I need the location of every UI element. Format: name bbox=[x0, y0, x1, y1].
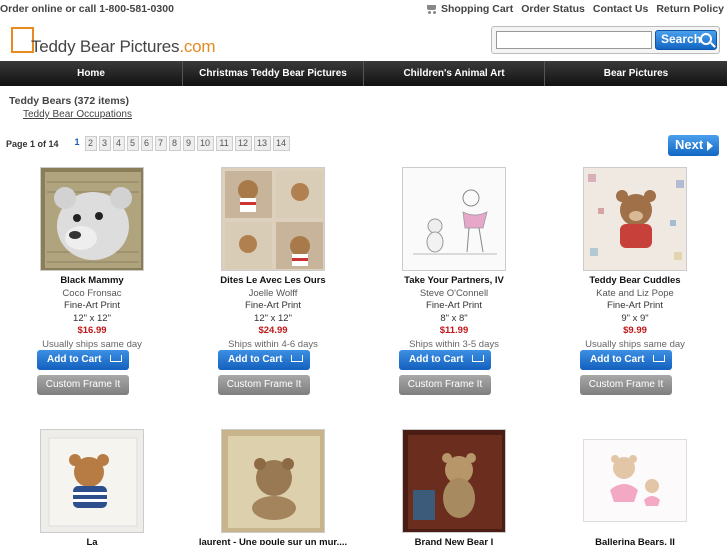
cart-icon bbox=[110, 355, 122, 362]
search-bar: Search bbox=[491, 26, 720, 54]
search-button[interactable]: Search bbox=[655, 30, 717, 50]
page-link[interactable]: 2 bbox=[84, 136, 97, 151]
nav-christmas-teddy-bear-pictures[interactable]: Christmas Teddy Bear Pictures bbox=[183, 61, 364, 86]
main-nav: Home Christmas Teddy Bear Pictures Child… bbox=[0, 61, 727, 86]
custom-frame-button[interactable]: Custom Frame It bbox=[580, 375, 672, 395]
page-link[interactable]: 1 bbox=[72, 136, 83, 151]
custom-frame-button[interactable]: Custom Frame It bbox=[218, 375, 310, 395]
cart-icon bbox=[472, 355, 484, 362]
header: Teddy Bear Pictures.com Search bbox=[0, 18, 727, 61]
order-status-link[interactable]: Order Status bbox=[521, 3, 585, 15]
shipping-info: Ships within 4-6 days bbox=[228, 339, 318, 350]
top-bar: Order online or call 1-800-581-0300 Shop… bbox=[0, 0, 727, 18]
product-size: 12" x 12" bbox=[73, 313, 111, 324]
product-price: $11.99 bbox=[439, 325, 469, 336]
add-to-cart-button[interactable]: Add to Cart bbox=[218, 350, 310, 370]
shipping-info: Usually ships same day bbox=[585, 339, 685, 350]
product-size: 8" x 8" bbox=[440, 313, 468, 324]
page-link[interactable]: 7 bbox=[154, 136, 167, 151]
nav-bear-pictures[interactable]: Bear Pictures bbox=[545, 61, 727, 86]
product-image[interactable] bbox=[40, 167, 144, 271]
product-size: 12" x 12" bbox=[254, 313, 292, 324]
product-name[interactable]: Black Mammy bbox=[12, 275, 172, 286]
product-artist[interactable]: Joelle Wolff bbox=[193, 288, 353, 299]
page-label: Page 1 of 14 bbox=[6, 138, 59, 149]
product-artist[interactable]: Kate and Liz Pope bbox=[555, 288, 715, 299]
page-link[interactable]: 4 bbox=[112, 136, 125, 151]
custom-frame-button[interactable]: Custom Frame It bbox=[37, 375, 129, 395]
product-image[interactable] bbox=[583, 167, 687, 271]
product-price: $24.99 bbox=[258, 325, 288, 336]
product-name[interactable]: Ballerina Bears, II bbox=[555, 537, 715, 545]
page-link[interactable]: 12 bbox=[234, 136, 252, 151]
breadcrumb: Teddy Bears (372 items) Teddy Bear Occup… bbox=[9, 95, 132, 120]
nav-childrens-animal-art[interactable]: Children's Animal Art bbox=[364, 61, 545, 86]
product-type: Fine-Art Print bbox=[426, 300, 482, 311]
product-image[interactable] bbox=[583, 439, 687, 522]
cart-icon bbox=[425, 4, 437, 14]
page-link[interactable]: 13 bbox=[253, 136, 271, 151]
pagination: Page 1 of 14 1 2 3 4 5 6 7 8 9 10 11 12 … bbox=[6, 136, 292, 151]
product-image[interactable] bbox=[221, 167, 325, 271]
product-size: 9" x 9" bbox=[621, 313, 649, 324]
product-image[interactable] bbox=[402, 429, 506, 533]
product-name[interactable]: Take Your Partners, IV bbox=[374, 275, 534, 286]
cart-icon bbox=[653, 355, 665, 362]
search-input[interactable] bbox=[496, 31, 652, 49]
arrow-right-icon bbox=[707, 141, 713, 151]
page-link[interactable]: 3 bbox=[98, 136, 111, 151]
top-links: Shopping Cart Order Status Contact Us Re… bbox=[417, 3, 724, 15]
shipping-info: Ships within 3-5 days bbox=[409, 339, 499, 350]
nav-home[interactable]: Home bbox=[0, 61, 183, 86]
product-image[interactable] bbox=[402, 167, 506, 271]
site-logo[interactable]: Teddy Bear Pictures.com bbox=[31, 37, 216, 57]
return-policy-link[interactable]: Return Policy bbox=[656, 3, 724, 15]
shipping-info: Usually ships same day bbox=[42, 339, 142, 350]
subcategory-link[interactable]: Teddy Bear Occupations bbox=[23, 109, 132, 120]
product-artist[interactable]: Coco Fronsac bbox=[12, 288, 172, 299]
add-to-cart-button[interactable]: Add to Cart bbox=[37, 350, 129, 370]
custom-frame-button[interactable]: Custom Frame It bbox=[399, 375, 491, 395]
product-artist[interactable]: Steve O'Connell bbox=[374, 288, 534, 299]
product-price: $16.99 bbox=[77, 325, 107, 336]
cart-icon bbox=[291, 355, 303, 362]
add-to-cart-button[interactable]: Add to Cart bbox=[580, 350, 672, 370]
product-name[interactable]: Dites Le Avec Les Ours bbox=[193, 275, 353, 286]
next-page-button[interactable]: Next bbox=[668, 135, 719, 156]
order-phone-text: Order online or call 1-800-581-0300 bbox=[0, 3, 174, 15]
product-type: Fine-Art Print bbox=[245, 300, 301, 311]
product-image[interactable] bbox=[221, 429, 325, 533]
product-price: $9.99 bbox=[623, 325, 647, 336]
product-type: Fine-Art Print bbox=[607, 300, 663, 311]
page-link[interactable]: 5 bbox=[126, 136, 139, 151]
product-name[interactable]: Brand New Bear I bbox=[374, 537, 534, 545]
product-type: Fine-Art Print bbox=[64, 300, 120, 311]
add-to-cart-button[interactable]: Add to Cart bbox=[399, 350, 491, 370]
page-link[interactable]: 6 bbox=[140, 136, 153, 151]
magnifier-icon bbox=[700, 33, 712, 45]
contact-us-link[interactable]: Contact Us bbox=[593, 3, 648, 15]
page-link[interactable]: 11 bbox=[215, 136, 233, 151]
product-image[interactable] bbox=[40, 429, 144, 533]
shopping-cart-link[interactable]: Shopping Cart bbox=[425, 3, 513, 15]
product-name[interactable]: Teddy Bear Cuddles bbox=[555, 275, 715, 286]
category-title: Teddy Bears (372 items) bbox=[9, 95, 130, 107]
page-link[interactable]: 10 bbox=[196, 136, 214, 151]
page-link[interactable]: 8 bbox=[168, 136, 181, 151]
product-name[interactable]: laurent - Une poule sur un mur.... bbox=[193, 537, 353, 545]
product-name[interactable]: La bbox=[12, 537, 172, 545]
page-link[interactable]: 14 bbox=[272, 136, 290, 151]
page-link[interactable]: 9 bbox=[182, 136, 195, 151]
